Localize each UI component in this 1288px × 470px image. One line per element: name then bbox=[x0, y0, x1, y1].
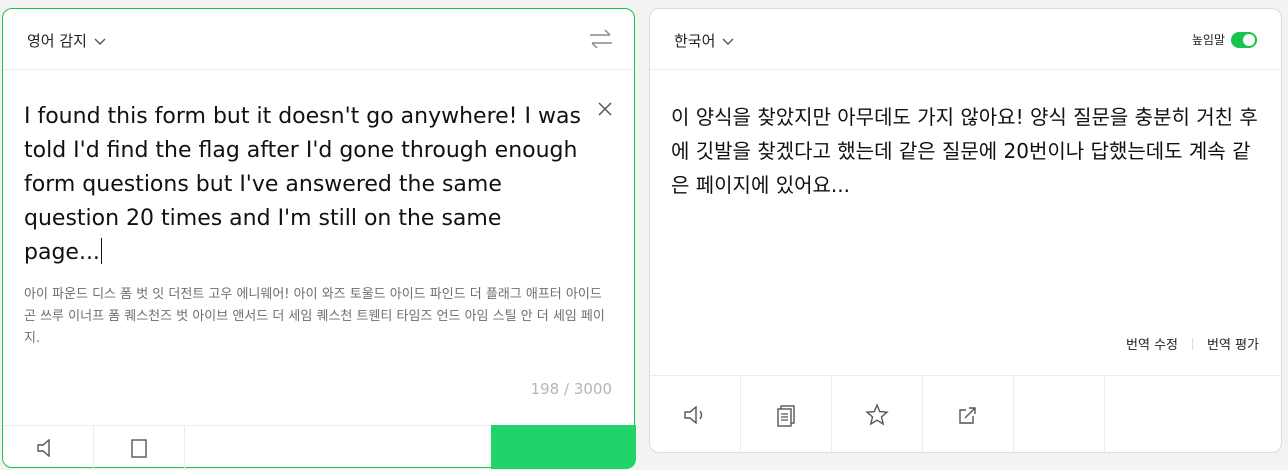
speaker-icon bbox=[684, 405, 703, 425]
source-language-select[interactable]: 영어 감지 bbox=[27, 30, 107, 51]
source-pronunciation: 아이 파운드 디스 폼 벗 잇 더전트 고우 에니웨어! 아이 와즈 토울드 아… bbox=[24, 287, 605, 346]
target-language-select[interactable]: 한국어 bbox=[674, 30, 735, 51]
rate-translation-link[interactable]: 번역 평가 bbox=[1207, 334, 1259, 353]
source-header: 영어 감지 bbox=[3, 9, 634, 70]
target-speaker-button[interactable] bbox=[650, 376, 741, 454]
source-text-input[interactable]: I found this form but it doesn't go anyw… bbox=[24, 100, 584, 270]
source-language-label: 영어 감지 bbox=[27, 32, 87, 50]
toolbar-empty-slot bbox=[1014, 376, 1105, 454]
source-speaker-button[interactable] bbox=[3, 426, 94, 470]
star-icon bbox=[865, 403, 889, 426]
translate-button[interactable] bbox=[491, 425, 636, 469]
edit-translation-link[interactable]: 번역 수정 bbox=[1126, 334, 1178, 353]
swap-arrows-icon[interactable] bbox=[588, 27, 614, 51]
target-copy-button[interactable] bbox=[741, 376, 832, 454]
translated-text: 이 양식을 찾았지만 아무데도 가지 않아요! 양식 질문을 충분히 거친 후에… bbox=[671, 105, 1258, 197]
honorific-toggle[interactable] bbox=[1231, 31, 1257, 48]
honorific-label: 높임말 bbox=[1191, 33, 1225, 47]
character-count: 198 / 3000 bbox=[530, 380, 612, 398]
chevron-down-icon bbox=[94, 38, 106, 45]
source-copy-button[interactable] bbox=[94, 426, 185, 470]
target-panel: 한국어 높임말 이 양식을 찾았지만 아무데도 가지 않아요! 양식 질문을 충… bbox=[649, 8, 1282, 454]
share-icon bbox=[959, 407, 976, 424]
divider bbox=[1192, 337, 1194, 350]
translation-feedback: 번역 수정 번역 평가 bbox=[1126, 334, 1259, 353]
source-text: I found this form but it doesn't go anyw… bbox=[24, 104, 581, 265]
target-header: 한국어 높임말 bbox=[650, 9, 1281, 70]
copy-icon bbox=[131, 439, 147, 458]
honorific-control: 높임말 bbox=[1192, 31, 1257, 48]
target-language-label: 한국어 bbox=[674, 32, 716, 50]
chevron-down-icon bbox=[722, 38, 734, 45]
close-icon[interactable] bbox=[596, 100, 614, 118]
target-toolbar bbox=[650, 375, 1281, 454]
text-caret bbox=[100, 238, 102, 264]
source-panel: 영어 감지 I found this form but it doesn't g… bbox=[2, 8, 636, 470]
copy-icon bbox=[777, 405, 795, 427]
share-button[interactable] bbox=[923, 376, 1014, 454]
favorite-button[interactable] bbox=[832, 376, 923, 454]
speaker-icon bbox=[37, 438, 50, 458]
